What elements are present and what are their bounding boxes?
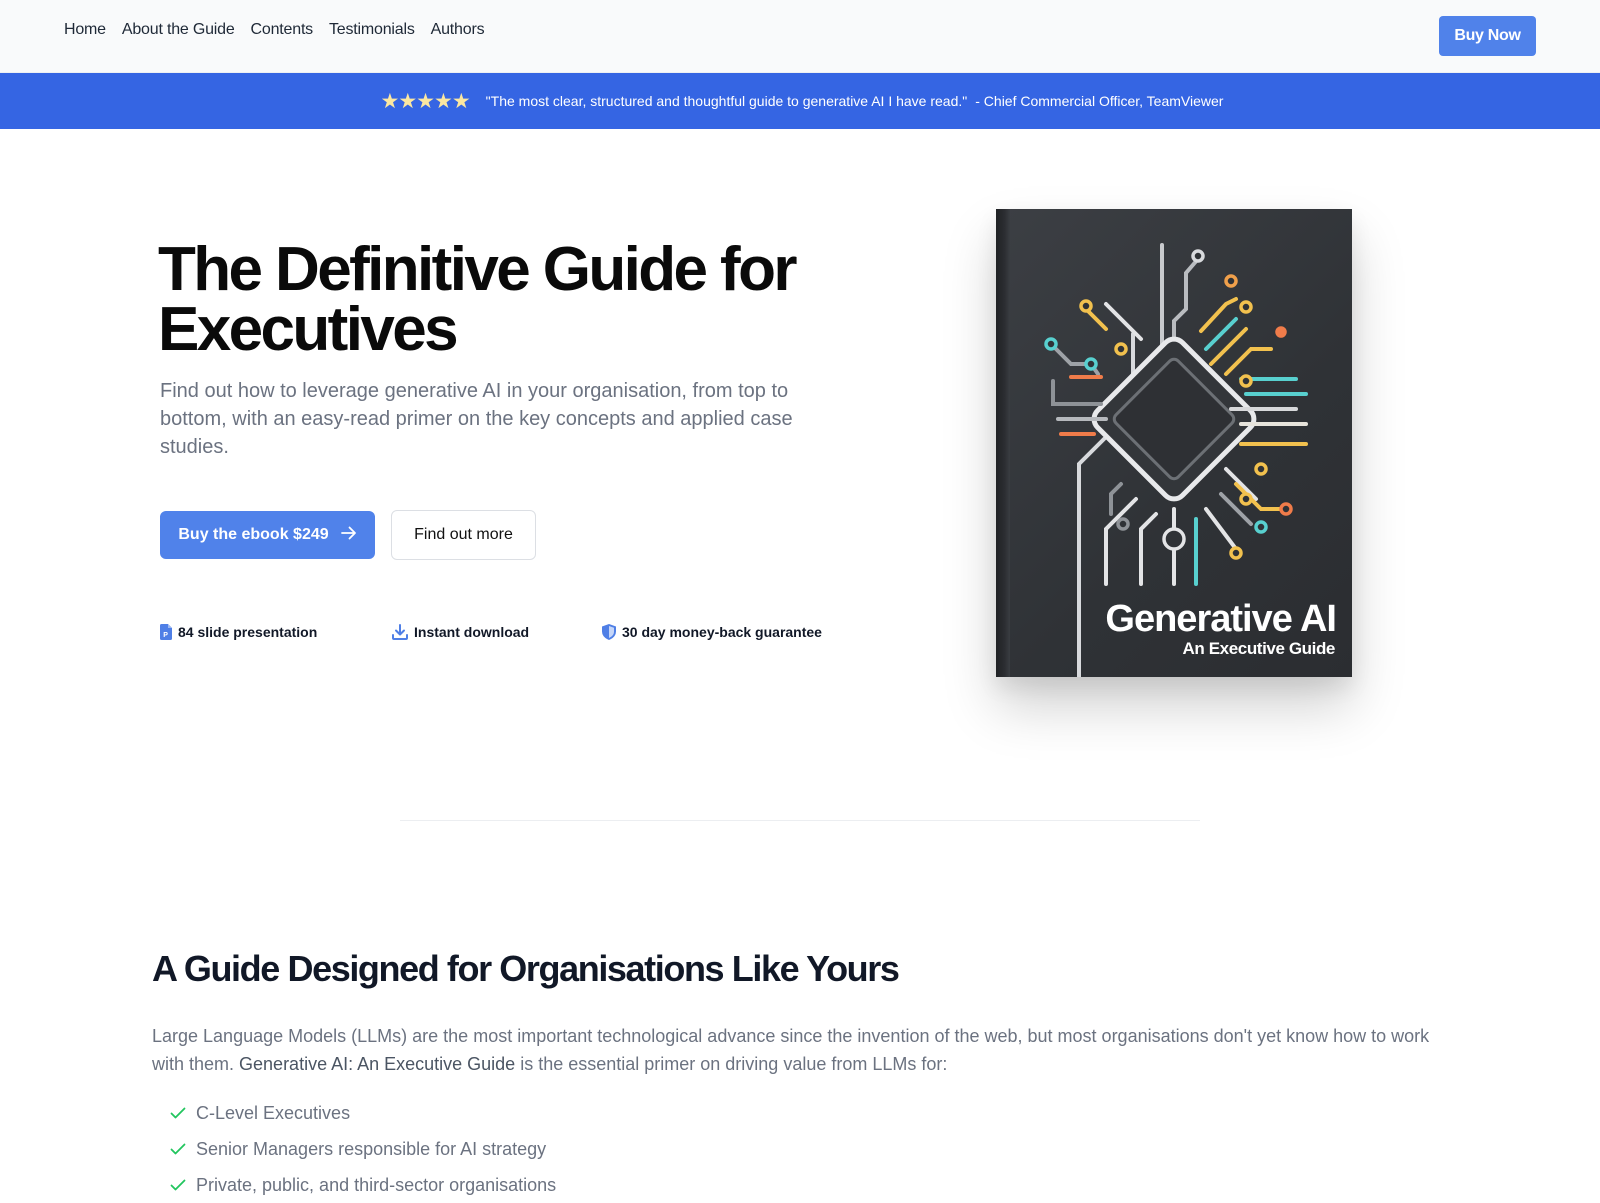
feature-label: 30 day money-back guarantee bbox=[622, 624, 822, 640]
book-subtitle: An Executive Guide bbox=[1182, 639, 1336, 658]
hero-title: The Definitive Guide for Executives bbox=[158, 235, 797, 364]
buy-now-button[interactable]: Buy Now bbox=[1439, 16, 1536, 56]
check-icon bbox=[170, 1175, 186, 1196]
section-title: A Guide Designed for Organisations Like … bbox=[152, 948, 900, 989]
list-item-label: C-Level Executives bbox=[196, 1102, 351, 1123]
check-icon bbox=[170, 1103, 186, 1124]
find-out-more-button[interactable]: Find out more bbox=[391, 510, 536, 560]
nav-link-home[interactable]: Home bbox=[64, 21, 106, 39]
audience-list: C-Level Executives Senior Managers respo… bbox=[170, 1095, 556, 1203]
download-icon bbox=[392, 624, 408, 640]
list-item-label: Private, public, and third-sector organi… bbox=[196, 1174, 557, 1195]
star-rating-icon: ★★★★★ bbox=[380, 89, 471, 113]
section-divider bbox=[400, 820, 1200, 821]
shield-icon bbox=[602, 624, 616, 640]
feature-slides: P 84 slide presentation bbox=[160, 624, 317, 640]
body-text-2: is the essential primer on driving value… bbox=[515, 1054, 948, 1074]
body-guide-name: Generative AI: An Executive Guide bbox=[239, 1054, 516, 1074]
top-navigation: Home About the Guide Contents Testimonia… bbox=[0, 0, 1600, 73]
list-item: Private, public, and third-sector organi… bbox=[170, 1167, 556, 1203]
list-item: Senior Managers responsible for AI strat… bbox=[170, 1131, 556, 1167]
buy-ebook-label: Buy the ebook $249 bbox=[178, 526, 329, 543]
nav-link-authors[interactable]: Authors bbox=[431, 21, 485, 39]
nav-link-testimonials[interactable]: Testimonials bbox=[329, 21, 415, 39]
feature-guarantee: 30 day money-back guarantee bbox=[602, 624, 822, 640]
feature-list: P 84 slide presentation Instant download… bbox=[0, 624, 900, 646]
feature-label: 84 slide presentation bbox=[178, 624, 318, 640]
banner-attribution: - Chief Commercial Officer, TeamViewer bbox=[975, 93, 1224, 109]
hero-subtitle: Find out how to leverage generative AI i… bbox=[160, 380, 793, 458]
banner-quote: "The most clear, structured and thoughtf… bbox=[485, 93, 968, 109]
list-item: C-Level Executives bbox=[170, 1095, 556, 1131]
feature-download: Instant download bbox=[392, 624, 529, 640]
check-icon bbox=[170, 1139, 186, 1160]
svg-text:P: P bbox=[163, 632, 168, 639]
book-title: Generative AI bbox=[1105, 598, 1337, 640]
section-body: Large Language Models (LLMs) are the mos… bbox=[152, 1022, 1452, 1078]
list-item-label: Senior Managers responsible for AI strat… bbox=[196, 1138, 547, 1159]
feature-label: Instant download bbox=[414, 624, 530, 640]
nav-links: Home About the Guide Contents Testimonia… bbox=[64, 21, 500, 39]
book-cover-image: Generative AI An Executive Guide bbox=[996, 209, 1352, 677]
buy-ebook-button[interactable]: Buy the ebook $249 bbox=[160, 511, 375, 559]
testimonial-banner: ★★★★★ "The most clear, structured and th… bbox=[0, 73, 1600, 129]
document-icon: P bbox=[160, 624, 172, 640]
nav-link-contents[interactable]: Contents bbox=[251, 21, 314, 39]
nav-link-about[interactable]: About the Guide bbox=[122, 21, 235, 39]
arrow-right-icon bbox=[340, 526, 357, 545]
